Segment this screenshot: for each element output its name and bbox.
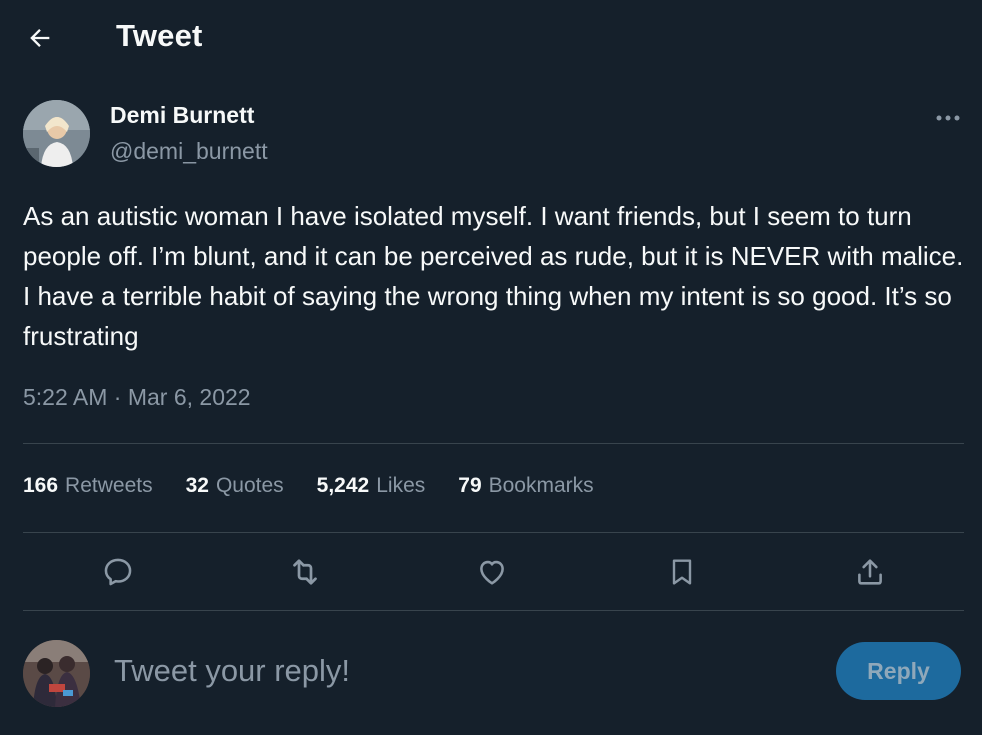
divider <box>23 610 964 611</box>
retweet-button[interactable] <box>283 550 327 594</box>
stat-label: Quotes <box>215 474 284 497</box>
stat-retweets[interactable]: 166 Retweets <box>23 474 153 504</box>
user-photo <box>23 640 90 707</box>
bookmark-icon <box>672 559 692 585</box>
author-handle[interactable]: @demi_burnett <box>110 138 268 165</box>
author-photo <box>23 100 90 167</box>
stat-count: 166 <box>23 474 59 497</box>
stat-bookmarks[interactable]: 79 Bookmarks <box>458 474 593 504</box>
page-title: Tweet <box>116 18 203 53</box>
stat-quotes[interactable]: 32 Quotes <box>186 474 284 504</box>
arrow-left-icon <box>30 29 50 47</box>
user-avatar[interactable] <box>23 640 90 707</box>
reply-button[interactable] <box>96 550 140 594</box>
stat-count: 5,242 <box>316 474 370 497</box>
share-icon <box>858 559 882 585</box>
back-button[interactable] <box>22 20 58 56</box>
stat-likes[interactable]: 5,242 Likes <box>317 474 426 504</box>
tweet-detail-page: Tweet Demi Burnett @demi_burnett As an a… <box>0 0 982 735</box>
reply-submit-button[interactable]: Reply <box>836 642 961 700</box>
divider <box>23 532 964 533</box>
author-name[interactable]: Demi Burnett <box>110 102 254 129</box>
divider <box>23 443 964 444</box>
tweet-timestamp[interactable]: 5:22 AM · Mar 6, 2022 <box>23 384 251 411</box>
share-button[interactable] <box>848 550 892 594</box>
ellipsis-icon <box>936 115 960 121</box>
stat-count: 79 <box>458 474 482 497</box>
more-options-button[interactable] <box>930 104 966 132</box>
reply-input[interactable] <box>112 648 816 694</box>
stat-label: Retweets <box>65 474 153 497</box>
tweet-text: As an autistic woman I have isolated mys… <box>23 201 964 351</box>
retweet-icon <box>293 559 317 585</box>
stat-label: Bookmarks <box>488 474 594 497</box>
author-avatar[interactable] <box>23 100 90 167</box>
stat-label: Likes <box>376 474 426 497</box>
like-icon <box>480 560 504 585</box>
tweet-stats: 166 Retweets 32 Quotes 5,242 Likes 79 Bo… <box>23 474 594 504</box>
reply-icon <box>104 558 132 586</box>
stat-count: 32 <box>185 474 209 497</box>
like-button[interactable] <box>470 550 514 594</box>
bookmark-button[interactable] <box>660 550 704 594</box>
top-header: Tweet <box>0 0 982 78</box>
action-bar <box>23 540 964 604</box>
